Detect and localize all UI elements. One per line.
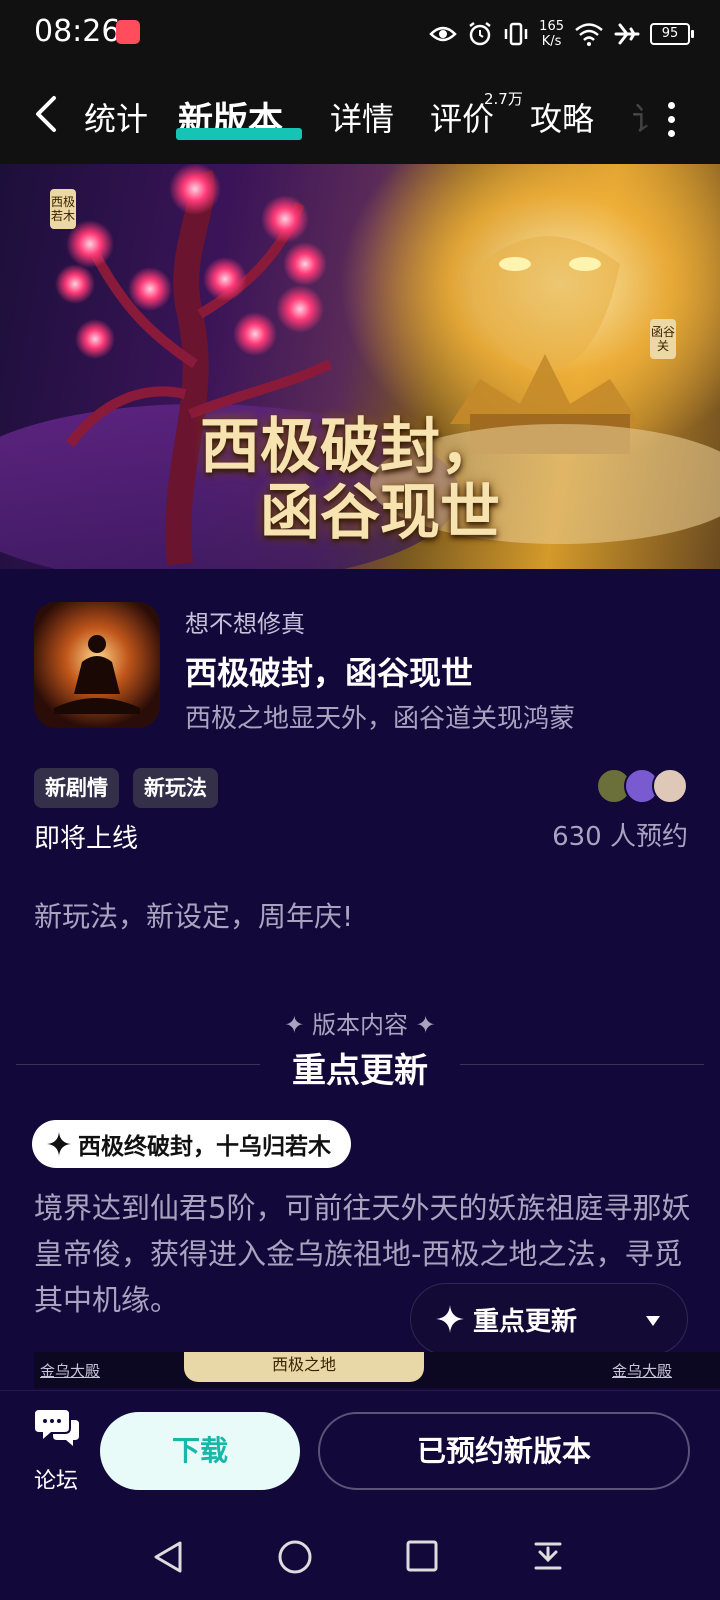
- chat-bubbles-icon: [35, 1410, 79, 1446]
- eye-icon: [429, 26, 457, 42]
- tab-fade-mask: [630, 66, 690, 164]
- version-subtitle: 西极之地显天外，函谷道关现鸿蒙: [185, 704, 576, 734]
- map-label-left: 金乌大殿: [40, 1362, 101, 1380]
- highlight-title: 西极终破封，十乌归若木: [78, 1134, 331, 1160]
- more-vertical-icon[interactable]: [668, 102, 676, 137]
- network-speed: 165 K/s: [539, 19, 564, 49]
- circle-home-icon[interactable]: [278, 1540, 312, 1574]
- tag-new-story: 新剧情: [34, 768, 119, 808]
- section-title: 重点更新: [292, 1051, 428, 1091]
- highlight-pill: 西极终破封，十乌归若木: [32, 1120, 351, 1168]
- tag-new-gameplay: 新玩法: [133, 768, 218, 808]
- wifi-icon: [575, 23, 603, 46]
- review-count-badge: 2.7万: [484, 90, 523, 108]
- banner-tag-right: 函谷关: [650, 319, 676, 359]
- map-label-center: 西极之地: [184, 1352, 424, 1382]
- status-time: 08:26: [34, 14, 121, 49]
- square-recents-icon[interactable]: [406, 1540, 438, 1572]
- download-tray-icon[interactable]: [532, 1540, 564, 1574]
- vibrate-icon: [504, 22, 528, 46]
- sparkle-icon: [436, 1305, 464, 1333]
- banner-title: 西极破封， 函谷现世: [200, 412, 500, 548]
- download-button[interactable]: 下载: [100, 1412, 300, 1490]
- forum-label[interactable]: 论坛: [34, 1463, 78, 1495]
- map-label-right: 金乌大殿: [612, 1362, 673, 1380]
- version-title: 西极破封，函谷现世: [185, 654, 474, 692]
- section-jump-menu[interactable]: 重点更新: [410, 1283, 688, 1355]
- reserved-new-version-button[interactable]: 已预约新版本: [318, 1412, 690, 1490]
- status-icons: 165 K/s 95: [429, 14, 694, 54]
- game-app-icon[interactable]: [34, 602, 160, 728]
- map-preview: 金乌大殿 西极之地 金乌大殿: [34, 1352, 720, 1388]
- section-kicker: ✦ 版本内容 ✦: [284, 1011, 436, 1039]
- version-banner: 西极若木 函谷关 西极破封， 函谷现世: [0, 164, 720, 569]
- tab-stats[interactable]: 统计: [84, 94, 148, 140]
- reserver-avatars: [596, 768, 690, 806]
- tab-details[interactable]: 详情: [330, 94, 394, 140]
- banner-tag-left: 西极若木: [50, 189, 76, 229]
- status-bar: 08:26 165 K/s 95: [0, 0, 720, 66]
- version-description: 新玩法，新设定，周年庆!: [34, 900, 354, 933]
- back-arrow-icon[interactable]: [32, 94, 62, 134]
- tab-guides[interactable]: 攻略: [530, 94, 594, 140]
- launch-status: 即将上线: [34, 824, 139, 854]
- reserve-count: 630 人预约: [552, 822, 688, 852]
- active-tab-indicator: [176, 128, 302, 140]
- sparkle-icon: [47, 1132, 71, 1156]
- section-jump-label: 重点更新: [473, 1306, 578, 1337]
- alarm-icon: [469, 22, 491, 46]
- battery-indicator: 95: [650, 23, 694, 45]
- notification-app-icon: [116, 20, 140, 44]
- airplane-icon: [614, 23, 640, 45]
- forum-button[interactable]: [32, 1406, 82, 1452]
- game-name: 想不想修真: [185, 610, 305, 638]
- avatar: [652, 768, 688, 804]
- triangle-down-icon: [646, 1316, 660, 1326]
- system-navigation-bar: [0, 1510, 720, 1600]
- triangle-back-icon[interactable]: [152, 1540, 184, 1574]
